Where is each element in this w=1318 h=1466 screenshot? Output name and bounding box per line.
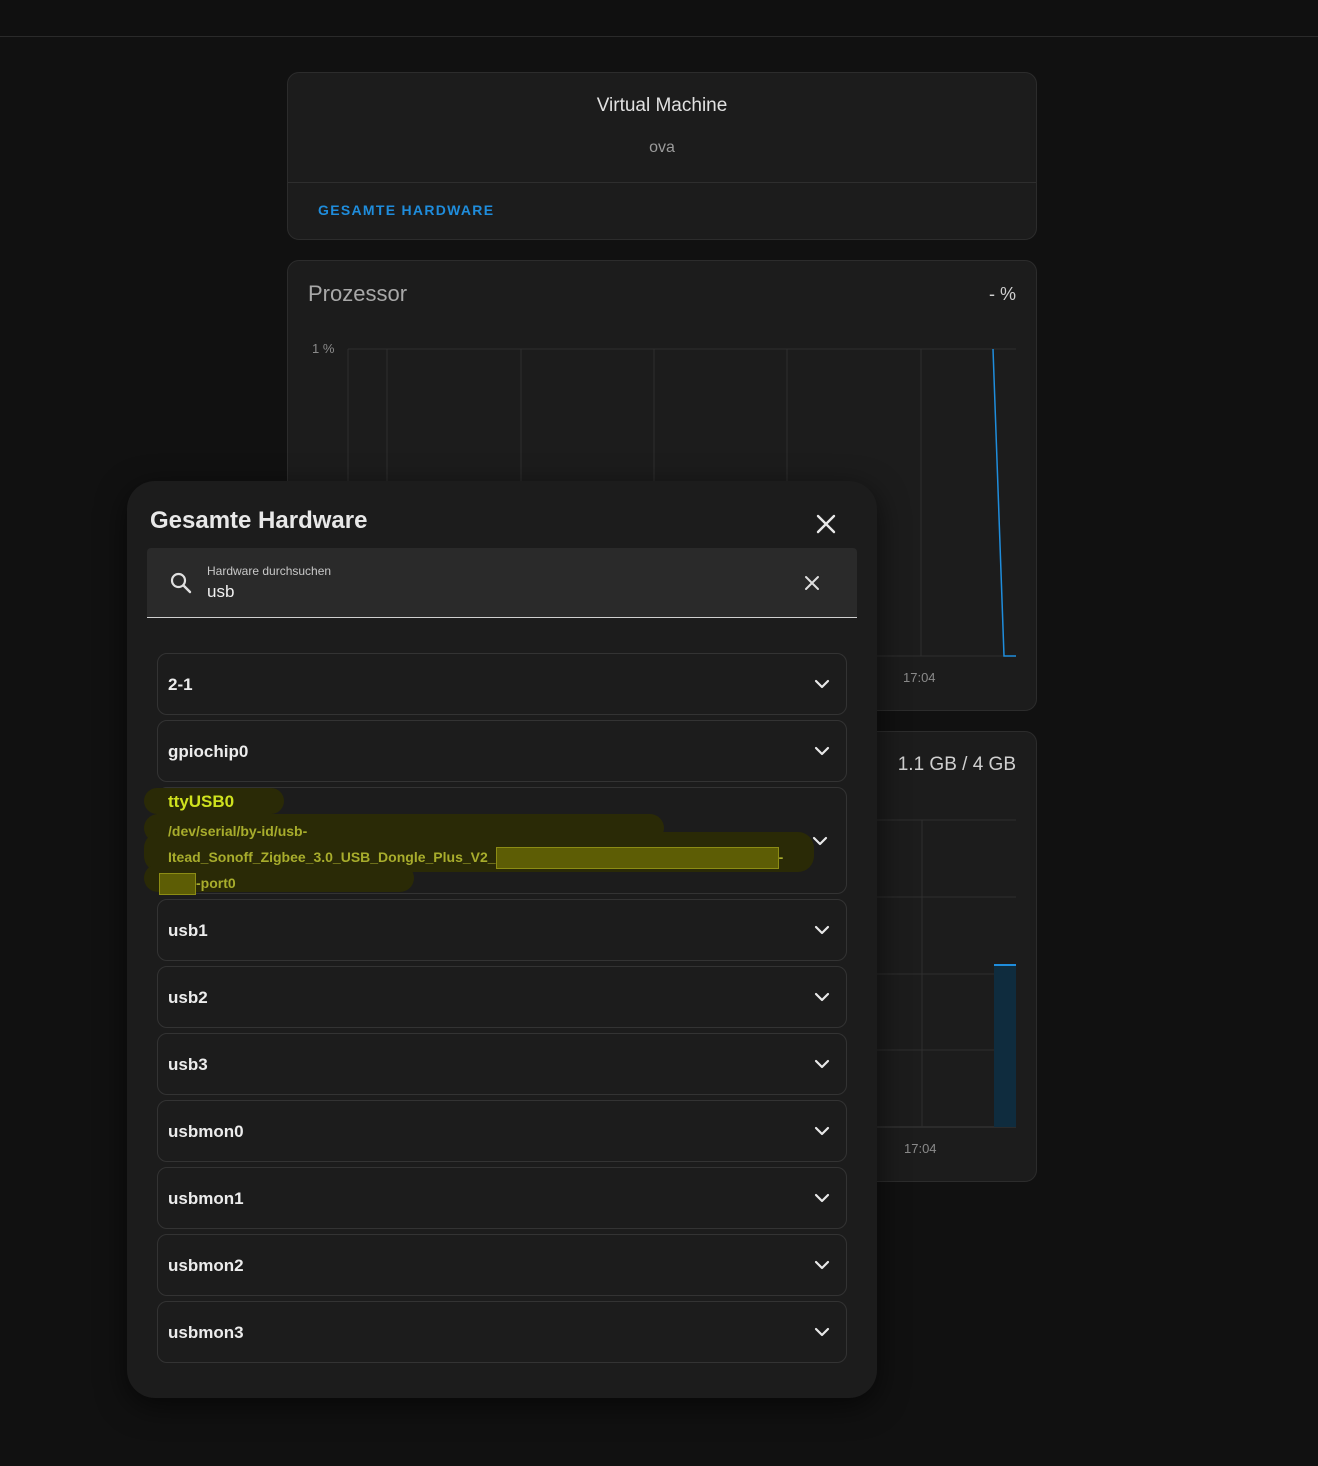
search-input[interactable] <box>207 581 767 603</box>
chevron-down-icon <box>814 925 830 935</box>
close-icon <box>816 514 836 534</box>
chevron-down-icon <box>814 992 830 1002</box>
chevron-down-icon <box>814 1260 830 1270</box>
hardware-item-label: 2-1 <box>168 675 193 694</box>
vm-card-subtitle: ova <box>649 139 675 156</box>
hardware-item-gpiochip0[interactable]: gpiochip0 <box>157 720 847 782</box>
top-app-bar <box>0 0 1318 37</box>
processor-ytick-label: 1 % <box>312 341 335 356</box>
device-path-model: Itead_Sonoff_Zigbee_3.0_USB_Dongle_Plus_… <box>168 849 496 865</box>
hardware-item-label: usb3 <box>168 1055 208 1074</box>
memory-series-area <box>994 965 1016 1127</box>
hardware-item-label: usb1 <box>168 921 208 940</box>
device-path-separator: - <box>778 849 784 865</box>
hardware-item-label: usbmon0 <box>168 1122 244 1141</box>
device-path: /dev/serial/by-id/usb- Itead_Sonoff_Zigb… <box>159 818 808 896</box>
clear-icon <box>805 576 819 590</box>
hardware-item-label: usb2 <box>168 988 208 1007</box>
hardware-item-usbmon1[interactable]: usbmon1 <box>157 1167 847 1229</box>
chevron-down-icon <box>814 1059 830 1069</box>
hardware-item-label: gpiochip0 <box>168 742 249 761</box>
chevron-down-icon <box>814 679 830 689</box>
hardware-search-field[interactable]: Hardware durchsuchen <box>147 548 857 618</box>
hardware-item-usbmon2[interactable]: usbmon2 <box>157 1234 847 1296</box>
device-path-end: -port0 <box>196 875 236 891</box>
chevron-down-icon <box>812 836 828 846</box>
redacted-block <box>159 873 196 896</box>
chevron-down-icon <box>814 1327 830 1337</box>
search-icon <box>170 572 192 594</box>
chevron-down-icon <box>814 1126 830 1136</box>
dialog-title: Gesamte Hardware <box>150 507 368 534</box>
processor-xtick-label: 17:04 <box>903 670 936 685</box>
hardware-item-usb2[interactable]: usb2 <box>157 966 847 1028</box>
hardware-item-label: usbmon2 <box>168 1256 244 1275</box>
processor-series-line <box>992 348 1016 657</box>
all-hardware-dialog: Gesamte Hardware Hardware durchsuchen 2-… <box>127 481 877 1398</box>
chevron-down-icon <box>814 746 830 756</box>
dialog-close-button[interactable] <box>810 508 842 540</box>
redacted-block <box>495 847 779 870</box>
search-clear-button[interactable] <box>799 570 825 596</box>
memory-xtick-label: 17:04 <box>904 1141 937 1156</box>
vm-card-title: Virtual Machine <box>596 95 728 116</box>
hardware-item-usbmon0[interactable]: usbmon0 <box>157 1100 847 1162</box>
device-path-start: /dev/serial/by-id/usb- <box>168 823 308 839</box>
hardware-item-label: ttyUSB0 <box>168 792 235 811</box>
hardware-item-label: usbmon1 <box>168 1189 244 1208</box>
hardware-item-label: usbmon3 <box>168 1323 244 1342</box>
vm-card-divider <box>288 182 1036 183</box>
virtual-machine-card: Virtual Machine ova GESAMTE HARDWARE <box>287 72 1037 240</box>
all-hardware-button[interactable]: GESAMTE HARDWARE <box>318 202 494 218</box>
hardware-item-usb3[interactable]: usb3 <box>157 1033 847 1095</box>
hardware-item-2-1[interactable]: 2-1 <box>157 653 847 715</box>
hardware-item-usb1[interactable]: usb1 <box>157 899 847 961</box>
search-label: Hardware durchsuchen <box>207 564 332 578</box>
hardware-item-usbmon3[interactable]: usbmon3 <box>157 1301 847 1363</box>
hardware-item-ttyusb0[interactable]: ttyUSB0 /dev/serial/by-id/usb- Itead_Son… <box>144 787 847 896</box>
chevron-down-icon <box>814 1193 830 1203</box>
